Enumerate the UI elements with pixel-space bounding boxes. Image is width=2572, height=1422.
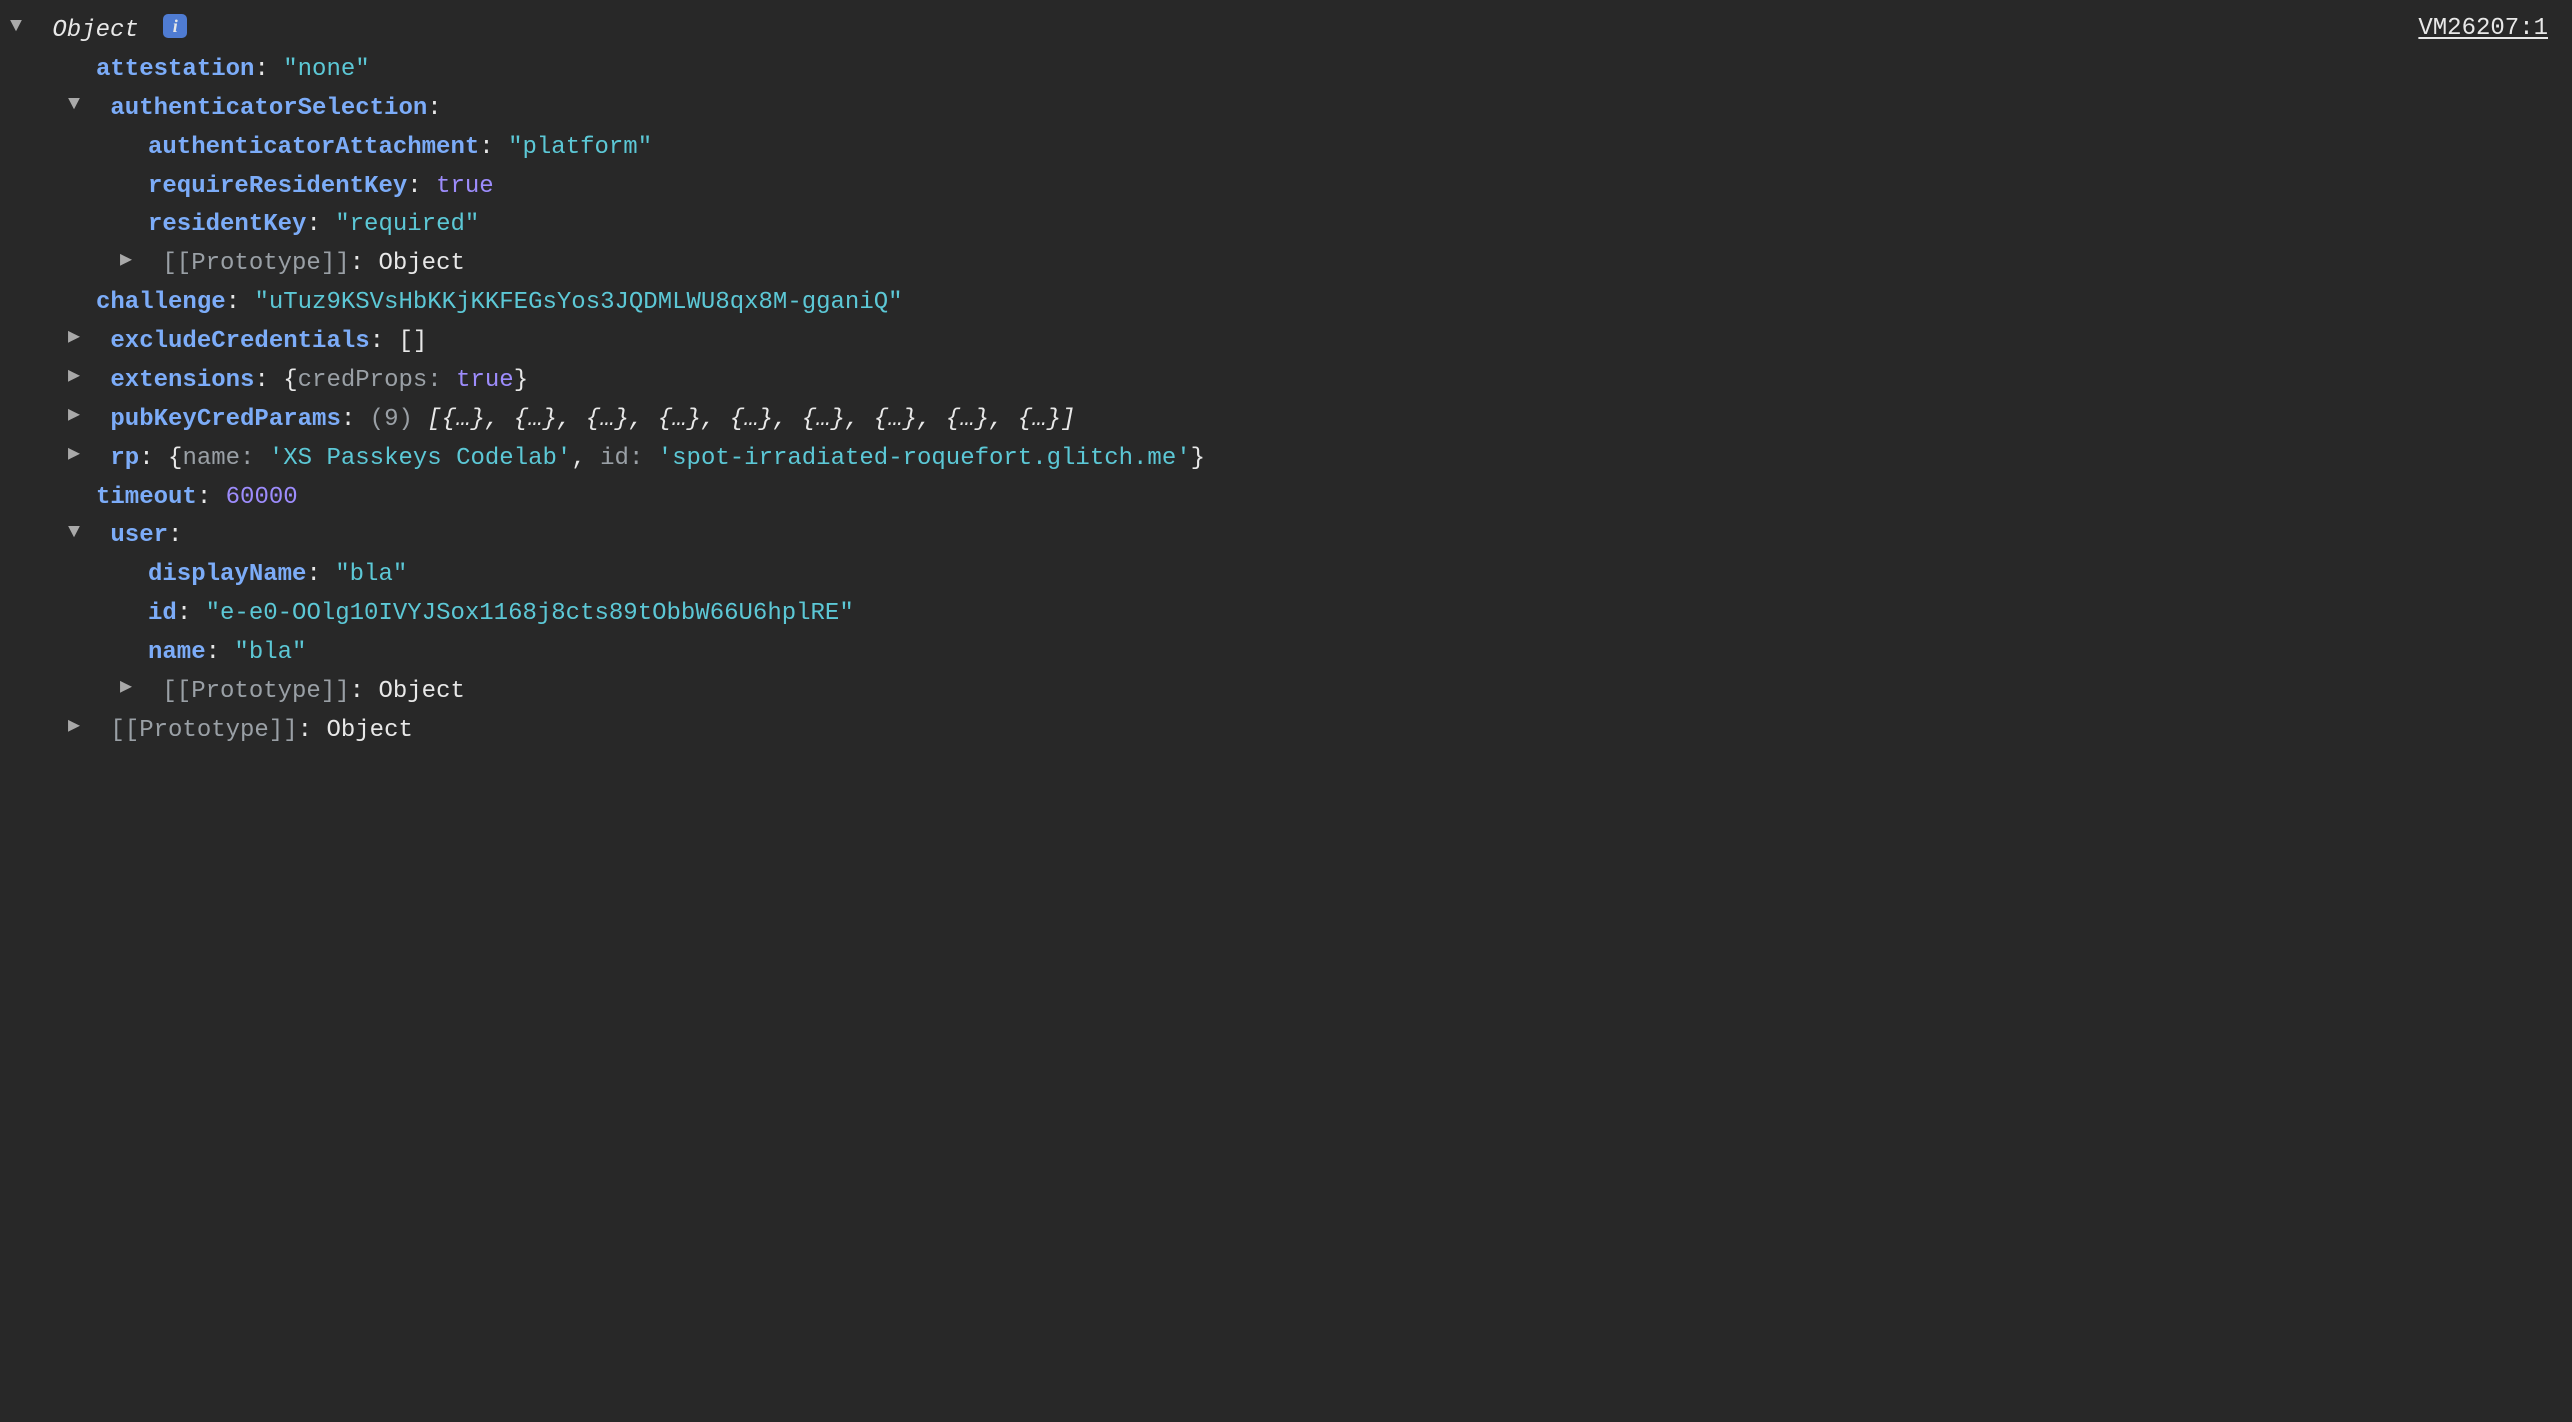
key-label: user (110, 522, 168, 549)
prop-prototype[interactable]: ▶ [[Prototype]]: Object (18, 673, 2554, 712)
value-string: "none" (283, 56, 369, 83)
chevron-down-icon[interactable]: ▼ (10, 11, 32, 43)
key-label: challenge (96, 289, 226, 316)
key-label: excludeCredentials (110, 328, 369, 355)
value-string: "bla" (335, 561, 407, 588)
key-label: authenticatorAttachment (148, 134, 479, 161)
value-array: [] (398, 328, 427, 355)
chevron-right-icon[interactable]: ▶ (68, 439, 90, 471)
source-link[interactable]: VM26207:1 (2418, 10, 2548, 49)
value-number: 60000 (226, 484, 298, 511)
value-string: "bla" (234, 639, 306, 666)
prop-prototype[interactable]: ▶ [[Prototype]]: Object (18, 245, 2554, 284)
prop-exclude-credentials[interactable]: ▶ excludeCredentials: [] (18, 323, 2554, 362)
key-label: extensions (110, 367, 254, 394)
key-label: name (148, 639, 206, 666)
info-icon[interactable]: i (163, 14, 187, 38)
key-label: rp (110, 445, 139, 472)
value-string: "required" (335, 211, 479, 238)
root-label: Object (52, 17, 138, 44)
value-object: Object (378, 678, 464, 705)
key-label: [[Prototype]] (162, 678, 349, 705)
key-label: displayName (148, 561, 306, 588)
key-label: pubKeyCredParams (110, 406, 340, 433)
chevron-down-icon[interactable]: ▼ (68, 517, 90, 549)
value-array: [{…}, {…}, {…}, {…}, {…}, {…}, {…}, {…},… (427, 406, 1075, 433)
prop-extensions[interactable]: ▶ extensions: {credProps: true} (18, 362, 2554, 401)
prop-user-id[interactable]: id: "e-e0-OOlg10IVYJSox1168j8cts89tObbW6… (18, 595, 2554, 634)
prop-prototype[interactable]: ▶ [[Prototype]]: Object (18, 712, 2554, 751)
value-string: "e-e0-OOlg10IVYJSox1168j8cts89tObbW66U6h… (206, 600, 854, 627)
prop-require-resident-key[interactable]: requireResidentKey: true (18, 168, 2554, 207)
value-string: "uTuz9KSVsHbKKjKKFEGsYos3JQDMLWU8qx8M-gg… (254, 289, 902, 316)
value-object: Object (326, 717, 412, 744)
chevron-right-icon[interactable]: ▶ (68, 711, 90, 743)
chevron-right-icon[interactable]: ▶ (120, 672, 142, 704)
value-bool: true (436, 173, 494, 200)
prop-attestation[interactable]: attestation: "none" (18, 51, 2554, 90)
key-label: [[Prototype]] (110, 717, 297, 744)
key-label: [[Prototype]] (162, 250, 349, 277)
key-label: id (148, 600, 177, 627)
prop-authenticator-selection[interactable]: ▼ authenticatorSelection: (18, 90, 2554, 129)
prop-user[interactable]: ▼ user: (18, 517, 2554, 556)
prop-display-name[interactable]: displayName: "bla" (18, 556, 2554, 595)
key-label: residentKey (148, 211, 306, 238)
value-object: Object (378, 250, 464, 277)
chevron-right-icon[interactable]: ▶ (120, 245, 142, 277)
object-root[interactable]: ▼ Object i (18, 12, 2554, 51)
chevron-right-icon[interactable]: ▶ (68, 400, 90, 432)
prop-timeout[interactable]: timeout: 60000 (18, 479, 2554, 518)
key-label: authenticatorSelection (110, 95, 427, 122)
chevron-down-icon[interactable]: ▼ (68, 89, 90, 121)
prop-rp[interactable]: ▶ rp: {name: 'XS Passkeys Codelab', id: … (18, 440, 2554, 479)
prop-challenge[interactable]: challenge: "uTuz9KSVsHbKKjKKFEGsYos3JQDM… (18, 284, 2554, 323)
key-label: attestation (96, 56, 254, 83)
value-string: "platform" (508, 134, 652, 161)
key-label: timeout (96, 484, 197, 511)
prop-resident-key[interactable]: residentKey: "required" (18, 206, 2554, 245)
key-label: requireResidentKey (148, 173, 407, 200)
chevron-right-icon[interactable]: ▶ (68, 322, 90, 354)
prop-authenticator-attachment[interactable]: authenticatorAttachment: "platform" (18, 129, 2554, 168)
chevron-right-icon[interactable]: ▶ (68, 361, 90, 393)
prop-user-name[interactable]: name: "bla" (18, 634, 2554, 673)
prop-pubkey-cred-params[interactable]: ▶ pubKeyCredParams: (9) [{…}, {…}, {…}, … (18, 401, 2554, 440)
